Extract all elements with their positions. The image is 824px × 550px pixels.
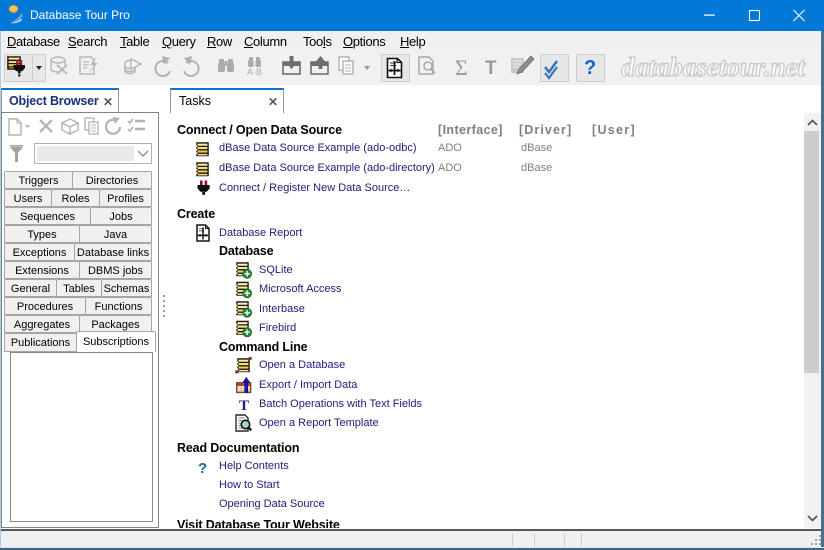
svg-text:?: ? [584,57,596,79]
svg-text:A·B: A·B [247,67,262,77]
svg-text:?: ? [198,460,207,477]
svg-text:T: T [485,58,497,79]
svg-text:T: T [239,398,249,414]
svg-text:Σ: Σ [455,55,468,80]
